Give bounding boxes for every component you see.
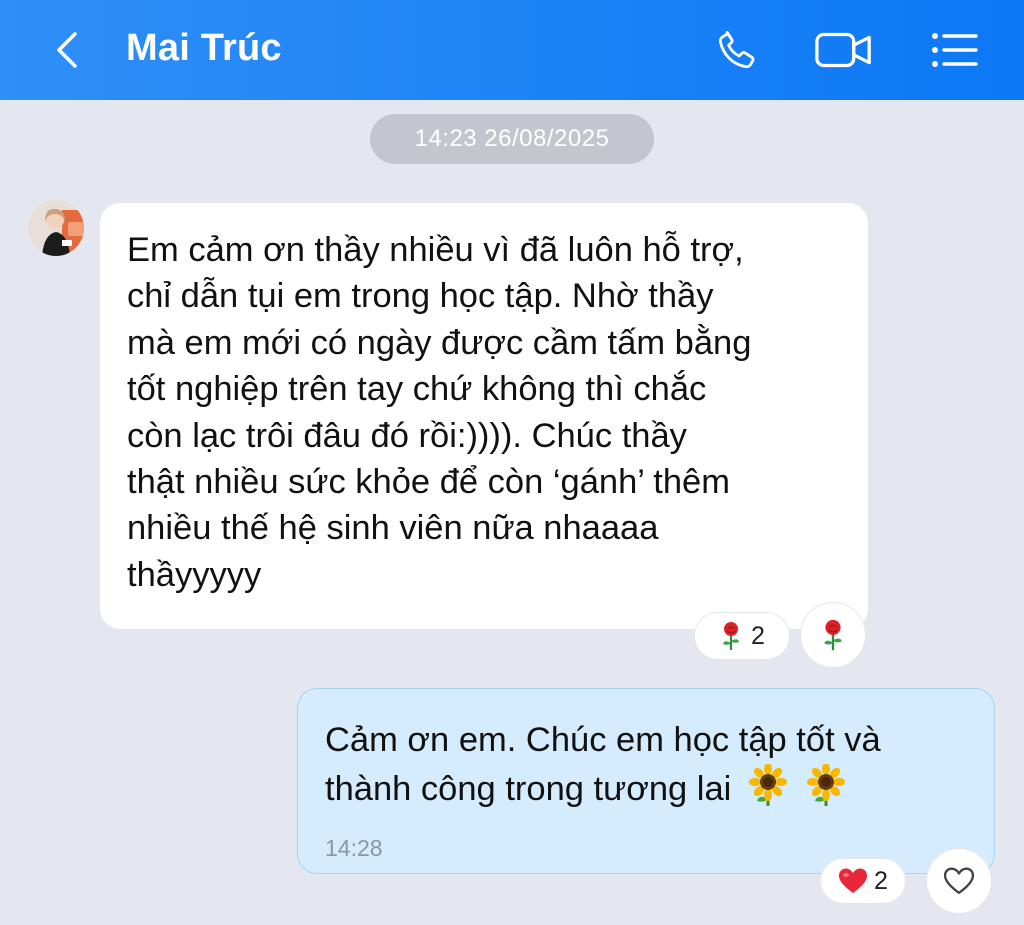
rose-icon xyxy=(723,622,740,650)
chevron-left-icon xyxy=(57,32,77,68)
reaction-count: 2 xyxy=(874,866,888,895)
heart-outline-icon xyxy=(943,867,975,894)
message-line: thật nhiều sức khỏe để còn ‘gánh’ thêm xyxy=(127,463,730,502)
voice-call-button[interactable] xyxy=(708,22,768,78)
message-line: còn lạc trôi đâu đó rồi:)))). Chúc thầy xyxy=(127,416,687,455)
sunflower-icon xyxy=(806,764,845,806)
message-line-with-emoji: thành công trong tương lai xyxy=(325,764,974,813)
message-time: 14:28 xyxy=(325,835,383,861)
message-line: chỉ dẫn tụi em trong học tập. Nhờ thầy xyxy=(127,277,714,316)
incoming-message-bubble[interactable]: Em cảm ơn thầy nhiều vì đã luôn hỗ trợ, … xyxy=(100,203,868,629)
reaction-summary[interactable]: 2 xyxy=(820,858,906,904)
list-menu-icon xyxy=(932,33,978,67)
chat-header: Mai Trúc xyxy=(0,0,1024,100)
message-line: Em cảm ơn thầy nhiều vì đã luôn hỗ trợ, xyxy=(127,231,744,269)
outgoing-message-bubble[interactable]: Cảm ơn em. Chúc em học tập tốt và thành … xyxy=(297,688,995,874)
contact-name[interactable]: Mai Trúc xyxy=(126,27,282,70)
heart-icon xyxy=(839,868,868,893)
rose-icon xyxy=(824,619,842,651)
message-line: mà em mới có ngày được cầm tấm bằng xyxy=(127,323,752,362)
message-line: thầyyyyy xyxy=(127,555,262,594)
sunflower-icon xyxy=(748,764,787,806)
message-line: thành công trong tương lai xyxy=(325,770,732,808)
reaction-count: 2 xyxy=(751,621,765,650)
back-button[interactable] xyxy=(40,22,96,78)
video-camera-icon xyxy=(815,32,871,68)
video-call-button[interactable] xyxy=(814,22,874,78)
reaction-summary[interactable]: 2 xyxy=(694,612,790,660)
date-time-separator: 14:23 26/08/2025 xyxy=(370,114,654,164)
add-reaction-button[interactable] xyxy=(926,848,992,914)
message-line: Cảm ơn em. Chúc em học tập tốt và xyxy=(325,721,881,759)
phone-icon xyxy=(718,31,755,69)
add-reaction-button[interactable] xyxy=(800,602,866,668)
contact-avatar[interactable] xyxy=(28,200,84,256)
message-line: tốt nghiệp trên tay chứ không thì chắc xyxy=(127,370,707,409)
chat-menu-button[interactable] xyxy=(924,22,984,78)
message-line: nhiều thế hệ sinh viên nữa nhaaaa xyxy=(127,509,659,548)
